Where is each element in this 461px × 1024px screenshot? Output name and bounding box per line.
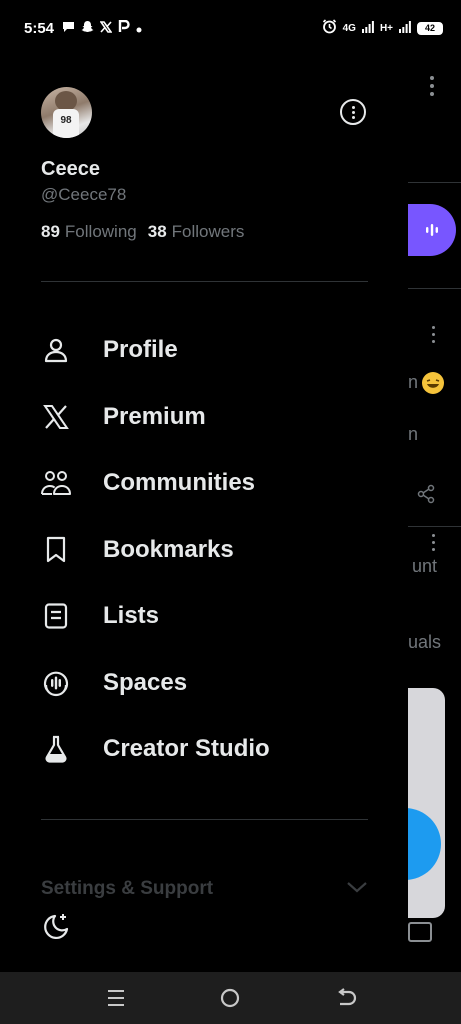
person-icon: [41, 335, 71, 365]
menu-label-spaces: Spaces: [103, 669, 188, 696]
background-feed: n n unt uals: [408, 56, 461, 972]
following-count: 89: [41, 222, 60, 241]
display-name[interactable]: Ceece: [41, 158, 100, 181]
laughing-emoji-icon: [422, 372, 444, 394]
following-label: Following: [64, 222, 137, 241]
recent-apps-button[interactable]: [103, 986, 129, 1010]
battery-icon: 42: [417, 21, 443, 35]
navigation-drawer: 98 Ceece @Ceece78 89 Following 38 Follower…: [0, 56, 408, 972]
divider: [41, 281, 368, 282]
messages-icon[interactable]: [408, 922, 432, 942]
dot-icon: [136, 21, 142, 36]
user-handle[interactable]: @Ceece78: [41, 185, 126, 205]
communities-icon: [41, 468, 71, 498]
menu-item-bookmarks[interactable]: Bookmarks: [0, 522, 408, 578]
bookmark-icon: [41, 535, 71, 565]
more-options-button[interactable]: [340, 99, 366, 125]
moon-icon[interactable]: [41, 912, 71, 942]
chat-icon: [62, 20, 75, 36]
avatar-jersey: 98: [53, 109, 79, 138]
menu-label-premium: Premium: [103, 403, 206, 430]
menu-item-communities[interactable]: Communities: [0, 455, 408, 511]
menu-label-lists: Lists: [103, 602, 160, 629]
system-navigation-bar: [0, 972, 461, 1024]
flask-icon: [41, 734, 71, 764]
feed-text-fragment: n: [408, 424, 419, 444]
audio-wave-icon: [426, 224, 438, 236]
alarm-icon: [322, 19, 337, 37]
menu-label-communities: Communities: [103, 469, 256, 496]
menu-item-profile[interactable]: Profile: [0, 322, 408, 378]
status-right: 4G H+ 42: [322, 0, 443, 56]
notification-icons: [62, 19, 142, 36]
share-icon[interactable]: [416, 484, 436, 509]
divider: [41, 819, 368, 820]
back-button[interactable]: [333, 986, 359, 1010]
feed-post-more-icon[interactable]: [432, 326, 435, 347]
menu-item-lists[interactable]: Lists: [0, 588, 408, 644]
list-icon: [41, 601, 71, 631]
menu-item-creator-studio[interactable]: Creator Studio: [0, 721, 408, 777]
menu-item-premium[interactable]: Premium: [0, 389, 408, 445]
feed-media-card[interactable]: [408, 688, 445, 918]
following-link[interactable]: 89 Following: [41, 222, 137, 242]
feed-divider: [408, 288, 461, 289]
snapchat-icon: [81, 20, 94, 36]
home-button[interactable]: [217, 986, 243, 1010]
feed-more-icon[interactable]: [430, 76, 434, 100]
status-bar: 5:54 4G H+ 42: [0, 0, 461, 56]
menu-label-profile: Profile: [103, 336, 178, 363]
avatar[interactable]: 98: [41, 87, 92, 138]
feed-spaces-pill[interactable]: [408, 204, 456, 256]
menu-label-creator-studio: Creator Studio: [103, 735, 270, 762]
feed-text-fragment: unt: [412, 556, 438, 576]
x-small-icon: [99, 20, 113, 36]
signal-icon-1: [361, 20, 374, 36]
followers-count: 38: [147, 222, 167, 241]
settings-support-toggle[interactable]: Settings & Support: [41, 877, 368, 901]
menu-label-bookmarks: Bookmarks: [103, 536, 234, 563]
network-label-1: 4G: [342, 22, 356, 34]
feed-post-more-icon[interactable]: [432, 534, 435, 555]
feed-text-fragment: uals: [408, 632, 442, 652]
followers-link[interactable]: 38 Followers: [148, 222, 245, 242]
x-logo-icon: [41, 402, 71, 432]
status-time: 5:54: [24, 19, 55, 37]
menu-item-spaces[interactable]: Spaces: [0, 655, 408, 711]
spaces-icon: [41, 668, 71, 698]
network-label-2: H+: [379, 22, 393, 34]
settings-support-label: Settings & Support: [41, 878, 214, 899]
feed-divider: [408, 182, 461, 183]
follow-stats: 89 Following 38 Followers: [41, 222, 244, 242]
signal-icon-2: [399, 20, 411, 36]
feed-text-fragment: n: [408, 372, 419, 392]
chevron-down-icon: [346, 880, 368, 899]
feed-divider: [408, 526, 461, 527]
p-app-icon: [118, 19, 130, 36]
followers-label: Followers: [171, 222, 245, 241]
